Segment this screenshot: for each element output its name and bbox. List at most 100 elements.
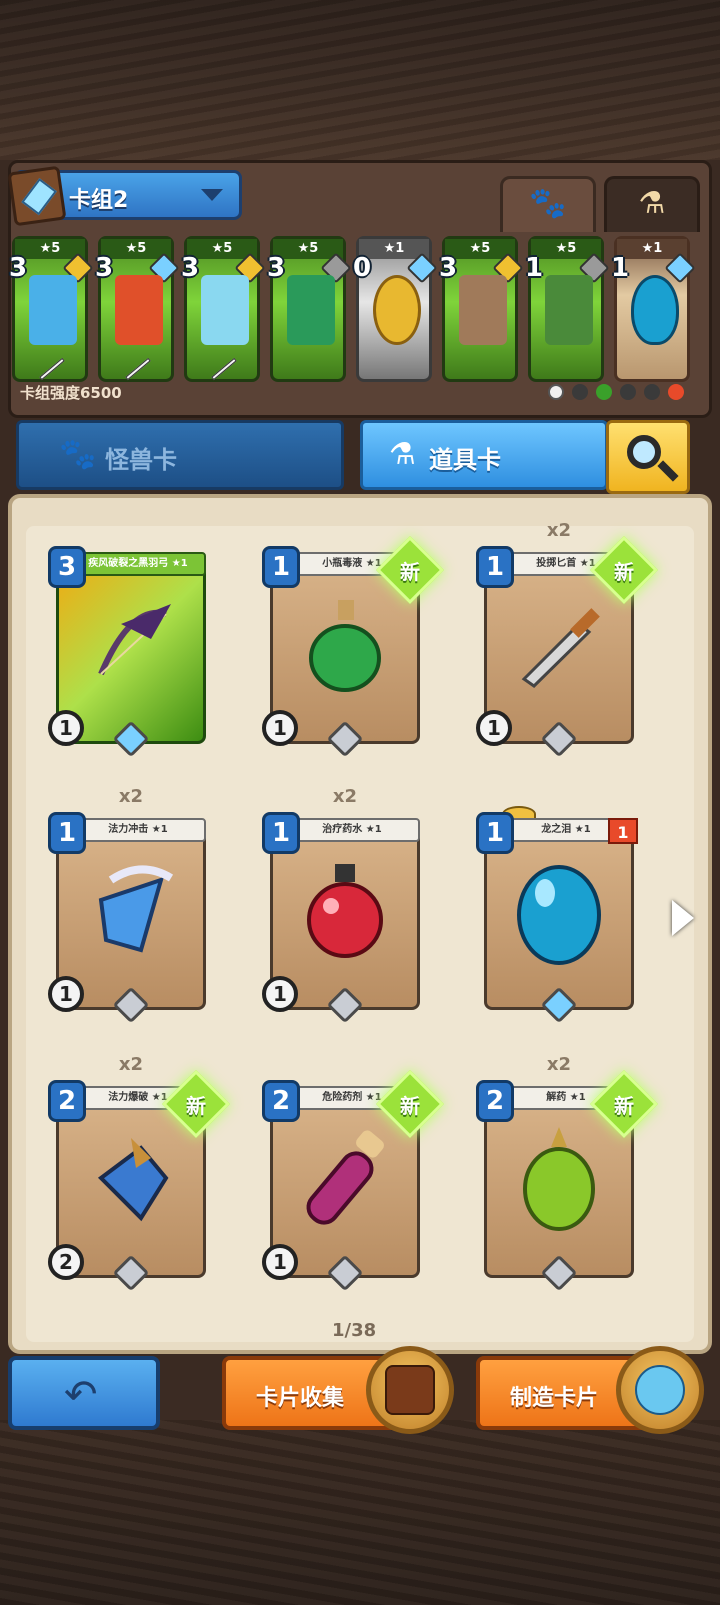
collection-card[interactable]: x2 法力爆破 ★1 2 新 2 <box>48 1054 230 1292</box>
deck-card-row: ★5 3 ★5 3 ★5 3 ★5 3 ★1 0 ★5 3 ★5 1 ★1 1 <box>9 236 708 384</box>
mana-strike-icon <box>78 854 184 966</box>
card-cost: 1 <box>476 812 514 854</box>
paw-icon: 🐾 <box>59 437 97 472</box>
card-cost: 3 <box>439 253 458 283</box>
page-indicator: 1/38 <box>332 1320 377 1341</box>
collection-card[interactable]: x2 治疗药水 ★1 1 1 <box>262 786 428 1024</box>
fire-element-icon <box>668 384 684 400</box>
collection-card[interactable]: 疾风破裂之黑羽弓 ★1 3 1 <box>48 546 214 758</box>
gold-coin-icon <box>373 275 421 345</box>
tab-item-cards[interactable]: ⚗ 道具卡 <box>360 420 608 490</box>
mana-blast-icon <box>78 1122 184 1234</box>
nature-element-icon <box>596 384 612 400</box>
card-cost: 1 <box>525 253 544 283</box>
deck-card[interactable]: ★1 1 <box>611 236 696 382</box>
card-count: x2 <box>118 1054 144 1075</box>
seahorse-staff-icon <box>29 275 77 345</box>
neutral-element-icon <box>548 384 564 400</box>
card-cost: 3 <box>9 253 28 283</box>
tab-item-deck[interactable]: ⚗ <box>604 176 700 232</box>
element-filter-icons <box>548 382 688 402</box>
card-count: x2 <box>332 786 358 807</box>
card-cost: 1 <box>476 546 514 588</box>
potion-icon: ⚗ <box>638 186 666 221</box>
deck-card[interactable]: ★1 0 <box>353 236 438 382</box>
beast-element-icon <box>644 384 660 400</box>
card-speed: 1 <box>262 710 298 746</box>
card-speed: 1 <box>48 976 84 1012</box>
collection-card[interactable]: 龙之泪 ★1 1 1 <box>476 806 642 1024</box>
paw-icon: 🐾 <box>529 186 567 221</box>
tab-monster-deck[interactable]: 🐾 <box>500 176 596 232</box>
antidote-icon <box>506 1122 612 1234</box>
chevron-down-icon <box>201 189 223 201</box>
collection-card[interactable]: x2 解药 ★1 2 新 <box>476 1054 658 1292</box>
button-label: 卡片收集 <box>256 1386 345 1411</box>
card-cost: 2 <box>476 1080 514 1122</box>
card-count: x2 <box>546 1054 572 1075</box>
card-speed: 1 <box>262 976 298 1012</box>
emerald-ring-icon <box>287 275 335 345</box>
new-badge-label: 新 <box>400 560 420 584</box>
claw-element-icon <box>620 384 636 400</box>
card-cost: 1 <box>48 812 86 854</box>
fire-feather-icon <box>115 275 163 345</box>
spear-icon <box>201 275 249 345</box>
search-icon <box>627 435 661 469</box>
back-arrow-icon: ↶ <box>64 1372 98 1418</box>
card-title: 治疗药水 ★1 <box>284 818 420 842</box>
deck-card[interactable]: ★5 3 <box>181 236 266 382</box>
deck-selector-dropdown[interactable]: 卡组2 <box>7 165 242 227</box>
search-icon-handle <box>657 460 679 482</box>
throwing-dagger-icon <box>506 588 612 700</box>
dragon-tear-egg-icon <box>506 854 612 966</box>
poison-vial-icon <box>292 588 398 700</box>
deck-name: 卡组2 <box>69 188 129 213</box>
crafting-potion-icon[interactable] <box>616 1346 704 1434</box>
card-cost: 1 <box>611 253 630 283</box>
collection-card[interactable]: x2 投掷匕首 ★1 1 新 1 <box>476 520 658 758</box>
card-cost: 1 <box>262 546 300 588</box>
collection-card[interactable]: 小瓶毒液 ★1 1 新 1 <box>262 536 444 758</box>
flag-badge: 1 <box>608 818 638 844</box>
new-badge-label: 新 <box>614 1094 634 1118</box>
new-badge-label: 新 <box>614 560 634 584</box>
card-book-icon[interactable] <box>366 1346 454 1434</box>
deck-power-label: 卡组强度6500 <box>20 384 122 402</box>
black-feather-bow-icon <box>78 588 184 700</box>
new-badge-label: 新 <box>400 1094 420 1118</box>
new-badge-label: 新 <box>186 1094 206 1118</box>
tab-monster-cards[interactable]: 🐾 怪兽卡 <box>16 420 344 490</box>
dragon-egg-icon <box>631 275 679 345</box>
back-button[interactable]: ↶ <box>8 1356 160 1430</box>
dangerous-potion-icon <box>292 1122 398 1234</box>
deck-card[interactable]: ★5 3 <box>9 236 94 382</box>
collection-card[interactable]: x2 法力冲击 ★1 1 1 <box>48 786 214 1024</box>
potion-icon: ⚗ <box>389 437 416 472</box>
card-cost: 2 <box>48 1080 86 1122</box>
collection-card[interactable]: 危险药剂 ★1 2 新 1 <box>262 1070 444 1292</box>
card-count: x2 <box>546 520 572 541</box>
deck-card[interactable]: ★5 3 <box>439 236 524 382</box>
deck-card[interactable]: ★5 1 <box>525 236 610 382</box>
card-title: 法力冲击 ★1 <box>70 818 206 842</box>
bottom-background <box>0 1420 720 1605</box>
next-page-arrow-icon[interactable] <box>672 900 694 936</box>
armor-icon <box>459 275 507 345</box>
card-speed: 1 <box>262 1244 298 1280</box>
card-count: x2 <box>118 786 144 807</box>
card-speed: 1 <box>476 710 512 746</box>
healing-potion-icon <box>292 854 398 966</box>
green-tunic-icon <box>545 275 593 345</box>
card-speed: 1 <box>48 710 84 746</box>
deck-card[interactable]: ★5 3 <box>267 236 352 382</box>
card-title: 疾风破裂之黑羽弓 ★1 <box>70 552 206 576</box>
search-button[interactable] <box>606 420 690 494</box>
tab-label: 道具卡 <box>429 446 501 474</box>
card-cost: 0 <box>353 253 372 283</box>
sword-icon <box>125 357 151 381</box>
deck-card[interactable]: ★5 3 <box>95 236 180 382</box>
card-cost: 3 <box>181 253 200 283</box>
button-label: 制造卡片 <box>510 1386 599 1411</box>
tab-label: 怪兽卡 <box>105 446 177 474</box>
